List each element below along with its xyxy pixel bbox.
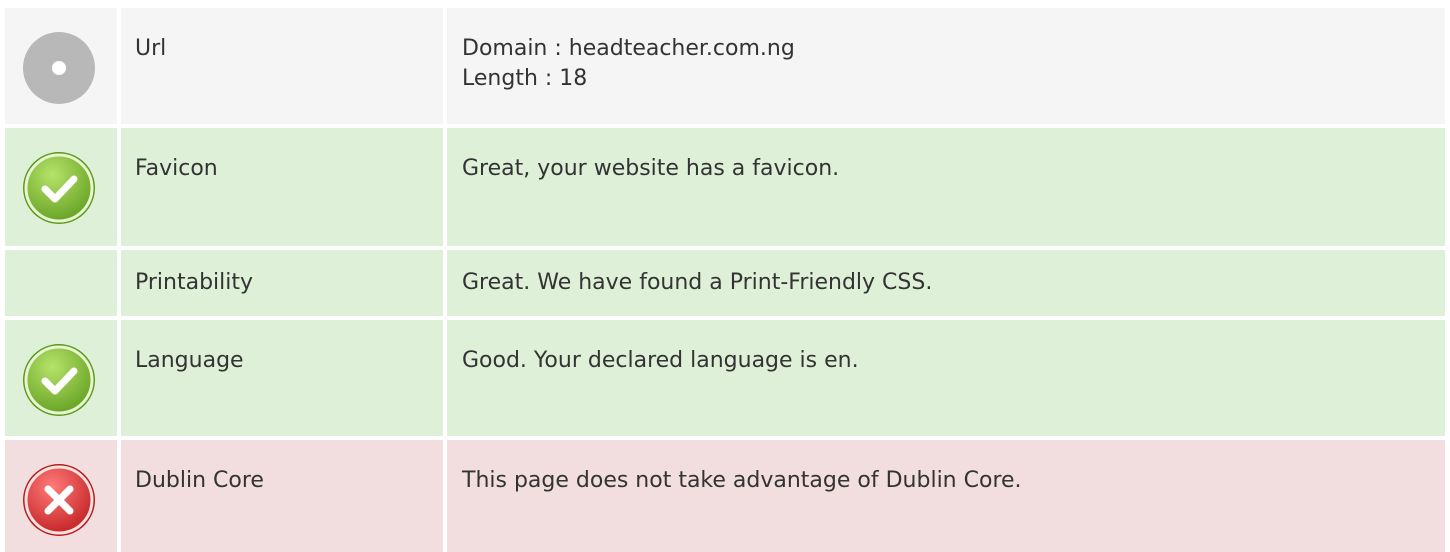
row-label: Favicon [121,128,443,246]
row-value: Good. Your declared language is en. [447,320,1445,436]
row-icon-cell [5,440,117,552]
report-row-favicon: Favicon Great, your website has a favico… [0,128,1450,246]
report-row-dublin-core: Dublin Core This page does not take adva… [0,440,1450,552]
url-length-text: Length : 18 [462,66,588,91]
row-label: Language [121,320,443,436]
row-value: Great, your website has a favicon. [447,128,1445,246]
row-label: Url [121,8,443,124]
report-row-printability: Printability Great. We have found a Prin… [0,250,1450,316]
url-domain-text: Domain : headteacher.com.ng [462,36,795,61]
report-row-url: Url Domain : headteacher.com.ng Length :… [0,8,1450,124]
error-circle-icon [21,462,97,538]
seo-report-table: Url Domain : headteacher.com.ng Length :… [0,0,1450,552]
row-icon-cell [5,250,117,316]
report-row-language: Language Good. Your declared language is… [0,320,1450,436]
check-circle-icon [21,150,97,226]
check-circle-icon [21,342,97,418]
row-icon-cell [5,320,117,436]
row-value: Domain : headteacher.com.ng Length : 18 [447,8,1445,124]
row-label: Printability [121,250,443,316]
row-value: Great. We have found a Print-Friendly CS… [447,250,1445,316]
row-value: This page does not take advantage of Dub… [447,440,1445,552]
info-neutral-icon [21,30,97,106]
row-icon-cell [5,8,117,124]
row-label: Dublin Core [121,440,443,552]
row-icon-cell [5,128,117,246]
